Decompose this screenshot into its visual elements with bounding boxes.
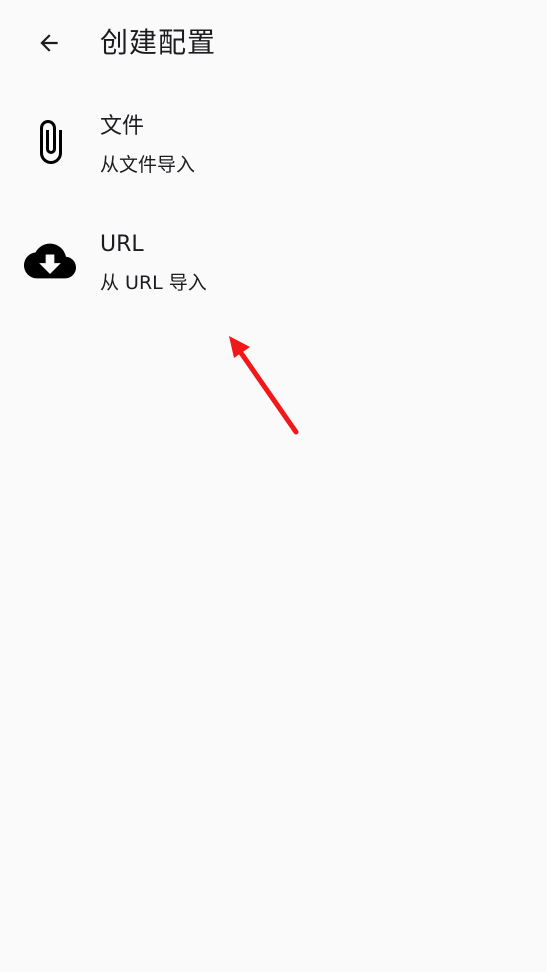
list-item-file[interactable]: 文件 从文件导入 [0,86,547,202]
back-button[interactable] [28,22,70,64]
page-title: 创建配置 [100,26,217,59]
list-item-title: 文件 [100,114,145,139]
cloud-download-icon [24,235,76,287]
paperclip-icon [24,116,76,168]
app-bar: 创建配置 [0,0,547,86]
list-item-subtitle: 从文件导入 [100,154,196,176]
list-item-url[interactable]: URL 从 URL 导入 [0,204,547,320]
list-item-subtitle: 从 URL 导入 [100,272,207,294]
arrow-back-icon [40,34,58,52]
list-item-title: URL [100,232,144,257]
